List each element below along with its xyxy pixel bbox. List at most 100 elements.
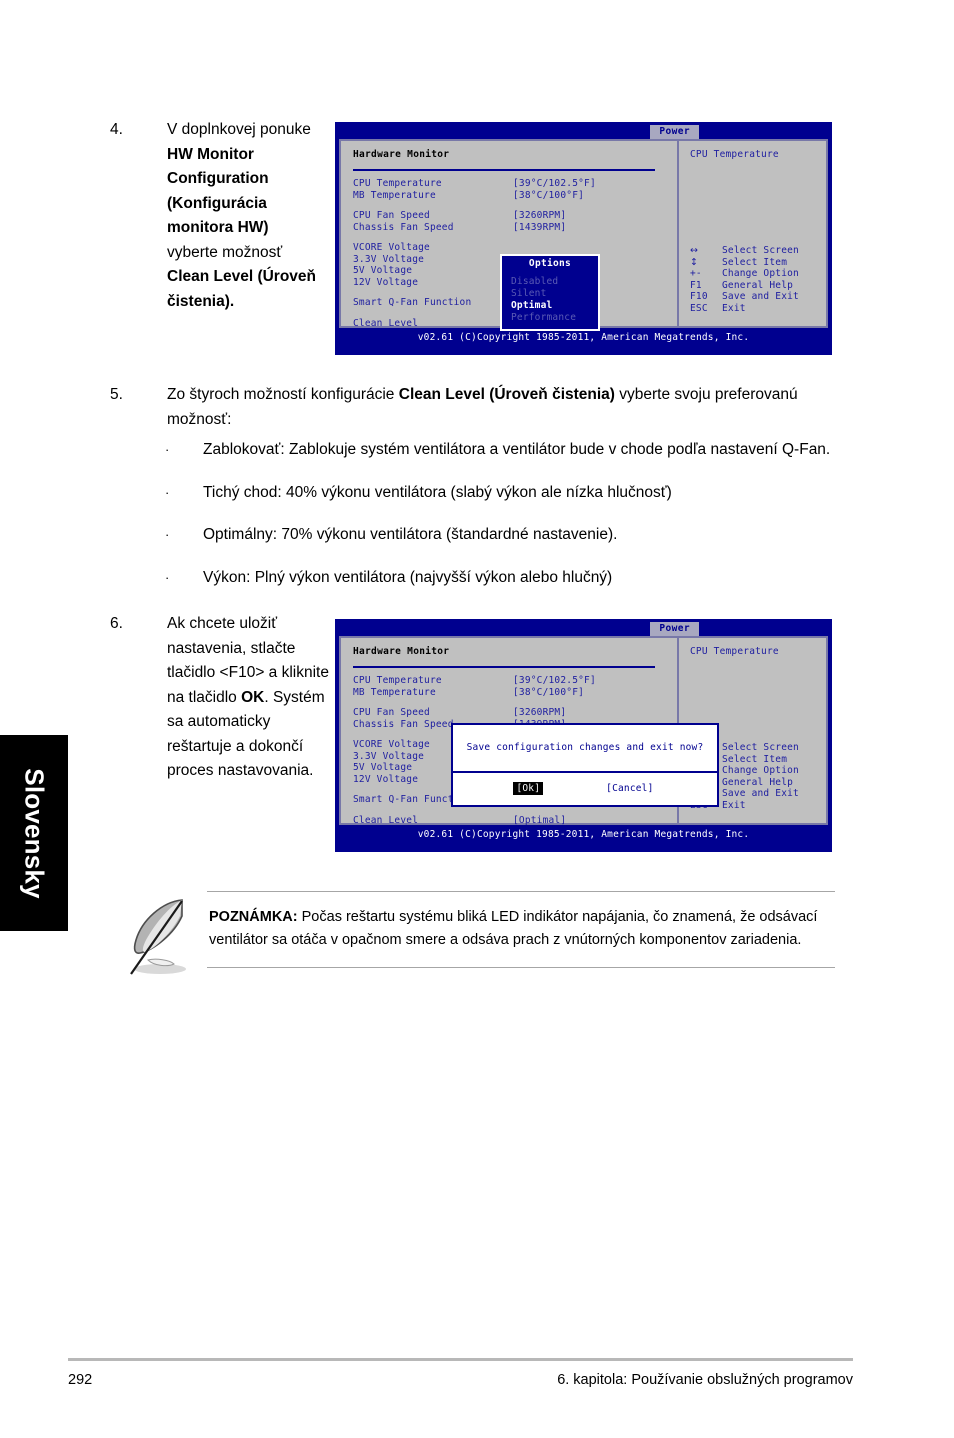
bios-row-value: [38°C/100°F] (513, 686, 585, 698)
bios-row-value: [3260RPM] (513, 707, 567, 718)
key-legend-row: F1 General Help (690, 280, 799, 292)
bios-divider (353, 169, 655, 171)
bios-row[interactable]: CPU Fan Speed [3260RPM] (353, 210, 677, 222)
cancel-button[interactable]: [Cancel] (603, 782, 656, 795)
footer-divider (68, 1358, 853, 1361)
bios-row[interactable]: VCORE Voltage (353, 242, 677, 254)
bios-top-bar: Power (336, 620, 831, 636)
bios-copyright-bar: v02.61 (C)Copyright 1985-2011, American … (336, 828, 831, 842)
bios-row[interactable]: MB Temperature [38°C/100°F] (353, 687, 677, 699)
key-legend-desc: Save and Exit (722, 291, 799, 302)
step-4: 4. V doplnkovej ponuke HW Monitor Config… (110, 118, 325, 314)
bios-row-label: MB Temperature (353, 189, 436, 201)
bios-row-label: Clean Level (353, 317, 419, 329)
key-legend-desc: Select Screen (722, 742, 799, 753)
bios-panel-title: Hardware Monitor (353, 646, 450, 657)
bios-divider (353, 666, 655, 668)
list-item-text: Výkon: Plný výkon ventilátora (najvyšší … (203, 568, 613, 586)
note-body: Počas reštartu systému bliká LED indikát… (209, 909, 818, 948)
key-legend-desc: Change Option (722, 268, 799, 279)
options-item-disabled[interactable]: Disabled (502, 276, 598, 288)
left-right-arrow-icon: ↔ (690, 245, 699, 256)
chapter-title: 6. kapitola: Používanie obslužných progr… (557, 1372, 853, 1388)
step-6: 6. Ak chcete uložiť nastavenia, stlačte … (110, 612, 335, 784)
bios-row-label: Chassis Fan Speed (353, 221, 454, 233)
step-6-number: 6. (110, 615, 123, 632)
ok-button[interactable]: [Ok] (513, 782, 544, 795)
f1-key: F1 (690, 279, 702, 291)
key-legend-row: ESC Exit (690, 303, 799, 315)
key-legend-desc: Exit (722, 302, 746, 314)
bios-row[interactable]: Chassis Fan Speed [1439RPM] (353, 222, 677, 234)
save-confirmation-dialog[interactable]: Save configuration changes and exit now?… (451, 723, 719, 807)
key-legend-row: +- Change Option (690, 268, 799, 280)
bios-row[interactable]: CPU Temperature [39°C/102.5°F] (353, 178, 677, 190)
bios-row-label: 5V Voltage (353, 265, 413, 276)
bullet-icon: · (165, 527, 170, 542)
bios-row[interactable]: CPU Temperature [39°C/102.5°F] (353, 675, 677, 687)
page-number: 292 (68, 1372, 93, 1388)
bios-row-value: [3260RPM] (513, 210, 567, 221)
manual-page: Slovensky 4. V doplnkovej ponuke HW Moni… (0, 0, 954, 1438)
key-legend-desc: Select Item (722, 256, 788, 268)
bios-row-label: Smart Q-Fan Function (353, 297, 472, 308)
bios-copyright-bar: v02.61 (C)Copyright 1985-2011, American … (336, 331, 831, 345)
bullet-icon: · (165, 442, 170, 457)
step-5-number: 5. (110, 386, 123, 403)
step-4-number: 4. (110, 121, 123, 138)
language-tab-label: Slovensky (19, 767, 50, 899)
key-legend-row: ↕ Select Item (690, 257, 799, 269)
bios-row-value (513, 242, 677, 254)
bios-screenshot-save-dialog: Power Hardware Monitor CPU Temperature [… (335, 619, 832, 852)
bios-row-label: 3.3V Voltage (353, 253, 425, 265)
clean-level-options-list: · Zablokovať: Zablokuje systém ventiláto… (165, 438, 855, 608)
note-text: POZNÁMKA: Počas reštartu systému bliká L… (207, 892, 835, 967)
up-down-arrow-icon: ↕ (690, 256, 699, 268)
bios-tab-power[interactable]: Power (650, 622, 699, 636)
key-legend-desc: Save and Exit (722, 788, 799, 799)
bios-body: Hardware Monitor CPU Temperature [39°C/1… (339, 139, 828, 331)
key-legend-row: F10 Save and Exit (690, 291, 799, 303)
key-legend-desc: General Help (722, 776, 794, 788)
step-6-text: Ak chcete uložiť nastavenia, stlačte tla… (167, 615, 329, 779)
bios-help-title: CPU Temperature (690, 646, 779, 657)
bios-row-label: CPU Fan Speed (353, 210, 430, 221)
bios-help-panel: CPU Temperature ↔ Select Screen ↕ Select I… (679, 141, 826, 326)
bios-row[interactable]: CPU Fan Speed [3260RPM] (353, 707, 677, 719)
bios-tab-power[interactable]: Power (650, 125, 699, 139)
bios-screenshot-options: Power Hardware Monitor CPU Temperature [… (335, 122, 832, 355)
options-popup[interactable]: Options Disabled Silent Optimal Performa… (500, 254, 600, 331)
bios-row-value: [Optimal] (513, 814, 567, 826)
list-item: · Tichý chod: 40% výkonu ventilátora (sl… (165, 481, 855, 506)
bios-row-value: [39°C/102.5°F] (513, 178, 596, 189)
key-legend-desc: Change Option (722, 765, 799, 776)
bios-row-clean-level[interactable]: Clean Level [Optimal] (353, 815, 677, 827)
esc-key: ESC (690, 302, 708, 314)
options-item-performance[interactable]: Performance (502, 312, 598, 324)
options-item-silent[interactable]: Silent (502, 288, 598, 300)
bullet-icon: · (165, 569, 170, 585)
note-bottom-rule (207, 967, 835, 968)
bios-body: Hardware Monitor CPU Temperature [39°C/1… (339, 636, 828, 827)
list-item: · Výkon: Plný výkon ventilátora (najvyšš… (165, 566, 855, 591)
list-item-text: Optimálny: 70% výkonu ventilátora (štand… (203, 526, 618, 543)
language-tab-slovensky: Slovensky (0, 735, 68, 931)
feather-pen-icon (120, 890, 210, 982)
bios-panel-title: Hardware Monitor (353, 149, 450, 160)
bios-row[interactable]: MB Temperature [38°C/100°F] (353, 190, 677, 202)
bios-row-label: MB Temperature (353, 686, 436, 698)
key-legend-row: ↔ Select Screen (690, 245, 799, 257)
bios-row-label: CPU Fan Speed (353, 707, 430, 718)
bios-row-label: CPU Temperature (353, 178, 442, 189)
step-5: 5. Zo štyroch možností konfigurácie Clea… (110, 383, 850, 432)
step-5-text: Zo štyroch možností konfigurácie Clean L… (167, 386, 798, 428)
bios-row-value: [39°C/102.5°F] (513, 675, 596, 686)
bios-key-legend: ↔ Select Screen ↕ Select Item +- Change Opt… (690, 245, 799, 314)
options-item-optimal[interactable]: Optimal (502, 300, 598, 312)
note-label: POZNÁMKA: (209, 909, 298, 925)
f10-key: F10 (690, 291, 708, 302)
bios-row-value: [38°C/100°F] (513, 189, 585, 201)
bios-main-panel: Hardware Monitor CPU Temperature [39°C/1… (341, 141, 679, 331)
